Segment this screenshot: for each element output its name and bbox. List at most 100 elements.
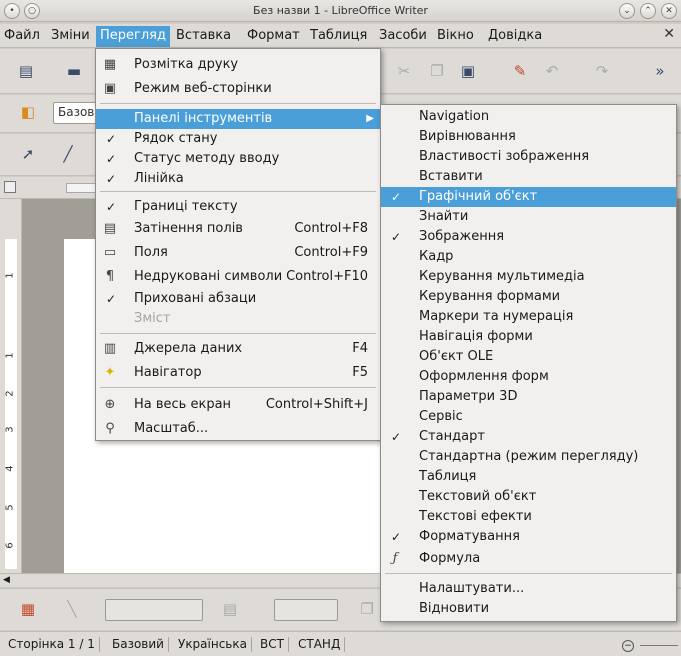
ruler-margin	[66, 183, 96, 193]
open-icon[interactable]: ▬	[62, 60, 86, 82]
menu-item-label: Зображення	[419, 229, 505, 244]
menu-item[interactable]: Маркери та нумерація	[381, 307, 676, 327]
menu-item[interactable]: ⚲ Масштаб...	[96, 419, 380, 439]
menu-item[interactable]: ▭ Поля Control+F9	[96, 243, 380, 263]
menu-separator	[385, 573, 672, 574]
submenu-arrow-icon: ▶	[366, 113, 374, 124]
menu-1[interactable]: Зміни	[47, 26, 94, 47]
menu-5[interactable]: Таблиця	[306, 26, 371, 47]
new-document-icon[interactable]: ▤	[14, 60, 38, 82]
menu-item[interactable]: Налаштувати...	[381, 579, 676, 599]
menu-item[interactable]: ⊕ На весь екран Control+Shift+J	[96, 395, 380, 415]
scroll-left-icon[interactable]: ◀	[3, 575, 10, 585]
close-document-icon[interactable]: ✕	[663, 26, 675, 42]
menu-separator	[100, 387, 376, 388]
menu-item[interactable]: Панелі інструментів ▶	[96, 109, 380, 129]
close-window-icon[interactable]: ✕	[661, 3, 677, 19]
menu-item[interactable]: Навігація форми	[381, 327, 676, 347]
menu-item[interactable]: ▥ Джерела даних F4	[96, 339, 380, 359]
shortcut-label: F5	[352, 365, 368, 380]
shadow-icon[interactable]: ❐	[355, 598, 379, 620]
menu-item-label: Відновити	[419, 601, 490, 616]
menu-item[interactable]: ✓ Лінійка	[96, 169, 380, 189]
menu-item[interactable]: ✓ Форматування	[381, 527, 676, 547]
line-style-icon[interactable]: ╲	[60, 598, 84, 620]
more-icon[interactable]: »	[648, 60, 672, 82]
menu-item[interactable]: ▤ Затінення полів Control+F8	[96, 219, 380, 239]
redo-icon[interactable]: ↷	[590, 60, 614, 82]
checkmark-icon: ✓	[105, 132, 117, 146]
checkmark-icon: ✓	[105, 200, 117, 214]
menu-item[interactable]: Об'єкт OLE	[381, 347, 676, 367]
menu-item[interactable]: ✓ Границі тексту	[96, 197, 380, 217]
shortcut-label: Control+Shift+J	[265, 397, 368, 412]
menu-item-label: Керування мультимедіа	[419, 269, 585, 284]
paragraph-style-combo[interactable]: Базов	[53, 102, 98, 124]
menu-item[interactable]: Відновити	[381, 599, 676, 619]
undo-icon[interactable]: ↶	[540, 60, 564, 82]
menu-item[interactable]: Текстовий об'єкт	[381, 487, 676, 507]
status-language[interactable]: Українська	[174, 637, 252, 652]
menu-0[interactable]: Файл	[0, 26, 44, 47]
zoom-slider[interactable]	[640, 645, 678, 646]
checkmark-icon: ✓	[105, 292, 117, 306]
menu-6[interactable]: Засоби	[375, 26, 431, 47]
status-insert-mode[interactable]: ВСТ	[256, 637, 289, 652]
area-icon[interactable]: ▤	[218, 598, 242, 620]
menu-item[interactable]: Керування мультимедіа	[381, 267, 676, 287]
select-pointer-icon[interactable]: ➚	[16, 143, 40, 165]
menu-7[interactable]: Вікно	[433, 26, 478, 47]
menu-item[interactable]: ✓ Стандарт	[381, 427, 676, 447]
menu-item[interactable]: Таблиця	[381, 467, 676, 487]
tab-stop-icon[interactable]	[4, 181, 16, 193]
menu-item[interactable]: ✦ Навігатор F5	[96, 363, 380, 383]
menu-item[interactable]: ✓ Приховані абзаци	[96, 289, 380, 309]
menu-item[interactable]: ✓ Графічний об'єкт	[381, 187, 676, 207]
menu-item[interactable]: ✓ Рядок стану	[96, 129, 380, 149]
menu-item[interactable]: Вставити	[381, 167, 676, 187]
menu-3[interactable]: Вставка	[172, 26, 235, 47]
menu-item-label: Поля	[134, 245, 168, 260]
menu-item-label: Сервіс	[419, 409, 463, 424]
menu-item-label: Рядок стану	[134, 131, 218, 146]
checkmark-icon: ✓	[390, 190, 402, 204]
menu-item[interactable]: Кадр	[381, 247, 676, 267]
menu-item[interactable]: Сервіс	[381, 407, 676, 427]
zoom-out-icon[interactable]: −	[622, 640, 634, 652]
styles-icon[interactable]: ◧	[16, 101, 40, 123]
paste-icon[interactable]: ▣	[456, 60, 480, 82]
maximize-icon[interactable]: ⌃	[640, 3, 656, 19]
menu-item[interactable]: Текстові ефекти	[381, 507, 676, 527]
menu-item[interactable]: Властивості зображення	[381, 147, 676, 167]
menu-item[interactable]: Стандартна (режим перегляду)	[381, 447, 676, 467]
menu-item[interactable]: ✓ Статус методу вводу	[96, 149, 380, 169]
line-icon[interactable]: ╱	[56, 143, 80, 165]
menu-item[interactable]: ▣ Режим веб-сторінки	[96, 79, 380, 99]
area-combo[interactable]	[274, 599, 338, 621]
menu-item[interactable]: Керування формами	[381, 287, 676, 307]
menu-item[interactable]: Вирівнювання	[381, 127, 676, 147]
menu-item-label: Знайти	[419, 209, 469, 224]
line-width-combo[interactable]	[105, 599, 203, 621]
menu-item-label: Navigation	[419, 109, 490, 124]
menu-2[interactable]: Перегляд	[96, 26, 170, 47]
menu-item: Зміст	[96, 309, 380, 329]
navigator-icon: ✦	[104, 365, 116, 380]
menu-8[interactable]: Довідка	[484, 26, 546, 47]
minimize-icon[interactable]: ⌄	[619, 3, 635, 19]
menu-item[interactable]: ✓ Зображення	[381, 227, 676, 247]
menu-item[interactable]: Navigation	[381, 107, 676, 127]
cut-icon[interactable]: ✂	[392, 60, 416, 82]
menu-item[interactable]: Оформлення форм	[381, 367, 676, 387]
menu-item[interactable]: Знайти	[381, 207, 676, 227]
menu-item[interactable]: Параметри 3D	[381, 387, 676, 407]
menu-item[interactable]: ƒ Формула	[381, 549, 676, 569]
shortcut-label: Control+F9	[294, 245, 368, 260]
status-selection-mode[interactable]: СТАНД	[294, 637, 346, 652]
menu-item[interactable]: ¶ Недруковані символи Control+F10	[96, 267, 380, 287]
menu-4[interactable]: Формат	[243, 26, 304, 47]
clone-formatting-icon[interactable]: ✎	[508, 60, 532, 82]
menu-item[interactable]: ▦ Розмітка друку	[96, 55, 380, 75]
copy-icon[interactable]: ❐	[425, 60, 449, 82]
image-object-icon[interactable]: ▦	[16, 598, 40, 620]
